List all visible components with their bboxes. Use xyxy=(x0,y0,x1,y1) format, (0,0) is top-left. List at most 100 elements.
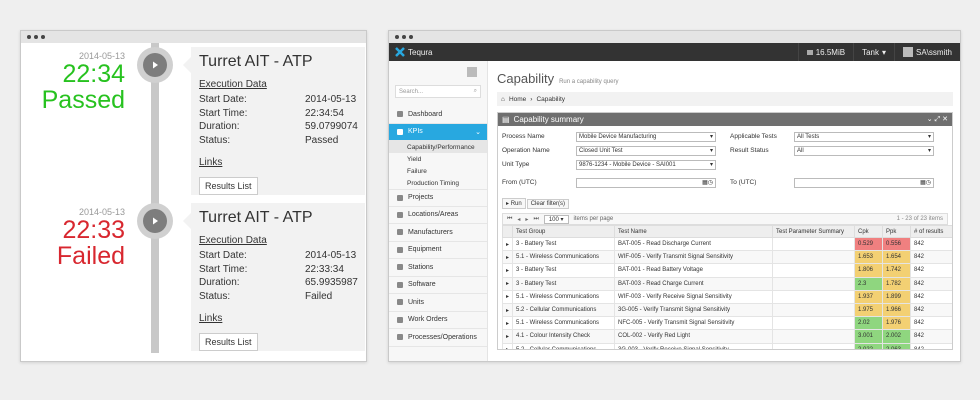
column-header[interactable]: Test Parameter Summary xyxy=(772,225,855,238)
sidebar-item-processes[interactable]: Processes/Operations xyxy=(389,329,487,347)
sidebar-subitem-failure[interactable]: Failure xyxy=(389,165,487,177)
window-titlebar xyxy=(389,31,960,43)
last-page-icon[interactable]: ⏭ xyxy=(533,216,538,223)
expand-icon[interactable]: ▸ xyxy=(502,342,513,349)
table-row[interactable]: ▸ 5.2 - Cellular Communications 3G-005 - V… xyxy=(502,302,952,318)
window-dot xyxy=(27,35,31,39)
cell-result-count: 842 xyxy=(910,289,952,304)
prev-page-icon[interactable]: ◂ xyxy=(517,216,520,223)
projects-icon xyxy=(397,194,403,201)
panel-header: ▤ Capability summary ⌄ ⤢ ✕ xyxy=(498,113,952,126)
cell-param-summary xyxy=(772,342,855,349)
column-header[interactable]: # of results xyxy=(910,225,952,238)
column-header[interactable]: Cpk xyxy=(854,225,883,238)
sidebar-item-equipment[interactable]: Equipment xyxy=(389,242,487,259)
expand-icon[interactable]: ▸ xyxy=(502,289,513,304)
sidebar-item-kpis[interactable]: KPIs ⌄ xyxy=(389,123,487,141)
cell-test-group: 5.2 - Cellular Communications xyxy=(512,342,615,349)
results-list-button[interactable]: Results List xyxy=(199,177,258,195)
applicable-tests-select[interactable]: All Tests ▾ xyxy=(794,131,934,142)
panel-tools[interactable]: ⌄ ⤢ ✕ xyxy=(927,115,952,124)
cell-param-summary xyxy=(772,289,855,304)
sidebar-item-work-orders[interactable]: Work Orders xyxy=(389,312,487,329)
first-page-icon[interactable]: ⏮ xyxy=(507,216,512,223)
sidebar-subitem-production-timing[interactable]: Production Timing xyxy=(389,177,487,189)
clear-filters-button[interactable]: Clear filter(s) xyxy=(526,199,570,209)
field-row: Start Date: 2014-05-13 xyxy=(199,94,357,105)
play-button[interactable] xyxy=(137,47,173,83)
expand-icon[interactable]: ▸ xyxy=(502,250,513,265)
cell-result-count: 842 xyxy=(910,342,952,349)
links-link[interactable]: Links xyxy=(199,157,365,168)
expand-icon[interactable]: ▸ xyxy=(502,302,513,318)
cell-test-name: 3G-003 - Verify Receive Signal Sensitivi… xyxy=(614,342,773,349)
sidebar-item-locations[interactable]: Locations/Areas xyxy=(389,207,487,224)
card-title: Turret AIT - ATP xyxy=(199,53,313,70)
column-header[interactable]: Test Name xyxy=(614,225,773,238)
table-row[interactable]: ▸ 4.1 - Colour Intensity Check COL-002 - V… xyxy=(502,329,952,344)
table-row[interactable]: ▸ 5.1 - Wireless Communications NFC-005 - … xyxy=(502,316,952,331)
to-date-input[interactable]: ▦◷ xyxy=(794,177,934,188)
field-row: Duration: 59.0799074 xyxy=(199,121,358,132)
sidebar-item-software[interactable]: Software xyxy=(389,277,487,294)
page-title: Capability Run a capability query xyxy=(497,71,619,86)
operation-name-select[interactable]: Closed Unit Test ▾ xyxy=(576,145,716,156)
sidebar-subitem-capability[interactable]: Capability/Performance xyxy=(389,141,487,153)
result-status-select[interactable]: All ▾ xyxy=(794,145,934,156)
cell-test-group: 5.1 - Wireless Communications xyxy=(512,316,615,331)
column-header[interactable]: Test Group xyxy=(512,225,615,238)
globe-icon xyxy=(397,211,403,218)
execution-data-link[interactable]: Execution Data xyxy=(199,235,365,246)
sidebar-item-stations[interactable]: Stations xyxy=(389,259,487,277)
process-name-select[interactable]: Mobile Device Manufacturing ▾ xyxy=(576,131,716,142)
table-row[interactable]: ▸ 3 - Battery Test BAT-003 - Read Charge C… xyxy=(502,276,952,291)
sidebar-item-projects[interactable]: Projects xyxy=(389,189,487,207)
execution-data-link[interactable]: Execution Data xyxy=(199,79,365,90)
capability-window: Tequra 16.5MiB Tank ▾ SA\ssmith Search...… xyxy=(388,30,961,362)
search-icon: ⌕ xyxy=(473,88,477,94)
unit-type-select[interactable]: 9876-1234 - Mobile Device - SAI001 ▾ xyxy=(576,159,716,170)
calendar-icon: ▦◷ xyxy=(920,180,931,186)
breadcrumb-home[interactable]: Home xyxy=(509,96,526,103)
home-icon xyxy=(397,111,403,118)
sidebar-toggle[interactable] xyxy=(389,61,487,83)
cell-test-group: 5.1 - Wireless Communications xyxy=(512,289,615,304)
cell-ppk: 2.063 xyxy=(882,342,911,349)
user-menu[interactable]: SA\ssmith xyxy=(893,43,960,61)
sidebar-search-input[interactable]: Search... ⌕ xyxy=(395,85,481,98)
table-header-row: Test Group Test Name Test Parameter Summ… xyxy=(502,225,952,238)
sidebar-item-units[interactable]: Units xyxy=(389,294,487,312)
per-page-select[interactable]: 100 ▾ xyxy=(543,214,569,224)
sidebar-item-manufacturers[interactable]: Manufacturers xyxy=(389,224,487,242)
expand-icon[interactable]: ▸ xyxy=(502,316,513,331)
breadcrumb-current: Capability xyxy=(536,95,565,103)
cell-test-group: 3 - Battery Test xyxy=(512,236,615,252)
sidebar: Search... ⌕ Dashboard KPIs ⌄ Capability/Pe… xyxy=(389,61,488,361)
brand[interactable]: Tequra xyxy=(395,47,432,57)
from-date-input[interactable]: ▦◷ xyxy=(576,177,716,188)
work-orders-icon xyxy=(397,316,403,323)
table-row[interactable]: ▸5.2 - Cellular Communications3G-003 - V… xyxy=(502,342,952,349)
column-header[interactable]: Ppk xyxy=(882,225,911,238)
caret-down-icon: ▾ xyxy=(709,148,713,154)
table-row[interactable]: ▸ 5.1 - Wireless Communications WIF-003 - … xyxy=(502,289,952,304)
next-page-icon[interactable]: ▸ xyxy=(525,216,528,223)
play-button[interactable] xyxy=(137,203,173,239)
expand-icon[interactable]: ▸ xyxy=(502,276,513,291)
sidebar-subitem-yield[interactable]: Yield xyxy=(389,153,487,165)
expand-icon[interactable]: ▸ xyxy=(502,329,513,344)
table-row[interactable]: ▸ 3 - Battery Test BAT-001 - Read Battery … xyxy=(502,263,952,278)
tank-menu[interactable]: Tank ▾ xyxy=(853,43,894,61)
table-row[interactable]: ▸ 3 - Battery Test BAT-005 - Read Discharg… xyxy=(502,236,952,252)
expand-icon[interactable]: ▸ xyxy=(502,263,513,278)
links-link[interactable]: Links xyxy=(199,313,365,324)
sidebar-item-dashboard[interactable]: Dashboard xyxy=(389,106,487,124)
expand-icon[interactable]: ▸ xyxy=(502,236,513,252)
window-dot xyxy=(409,35,413,39)
run-button[interactable]: ▸ Run xyxy=(502,198,526,209)
table-row[interactable]: ▸ 5.1 - Wireless Communications WIF-005 - … xyxy=(502,250,952,265)
memory-indicator: 16.5MiB xyxy=(797,43,853,61)
cell-cpk: 1.937 xyxy=(854,289,883,304)
form-row: Process Name Mobile Device Manufacturing… xyxy=(498,130,952,143)
results-list-button[interactable]: Results List xyxy=(199,333,258,351)
